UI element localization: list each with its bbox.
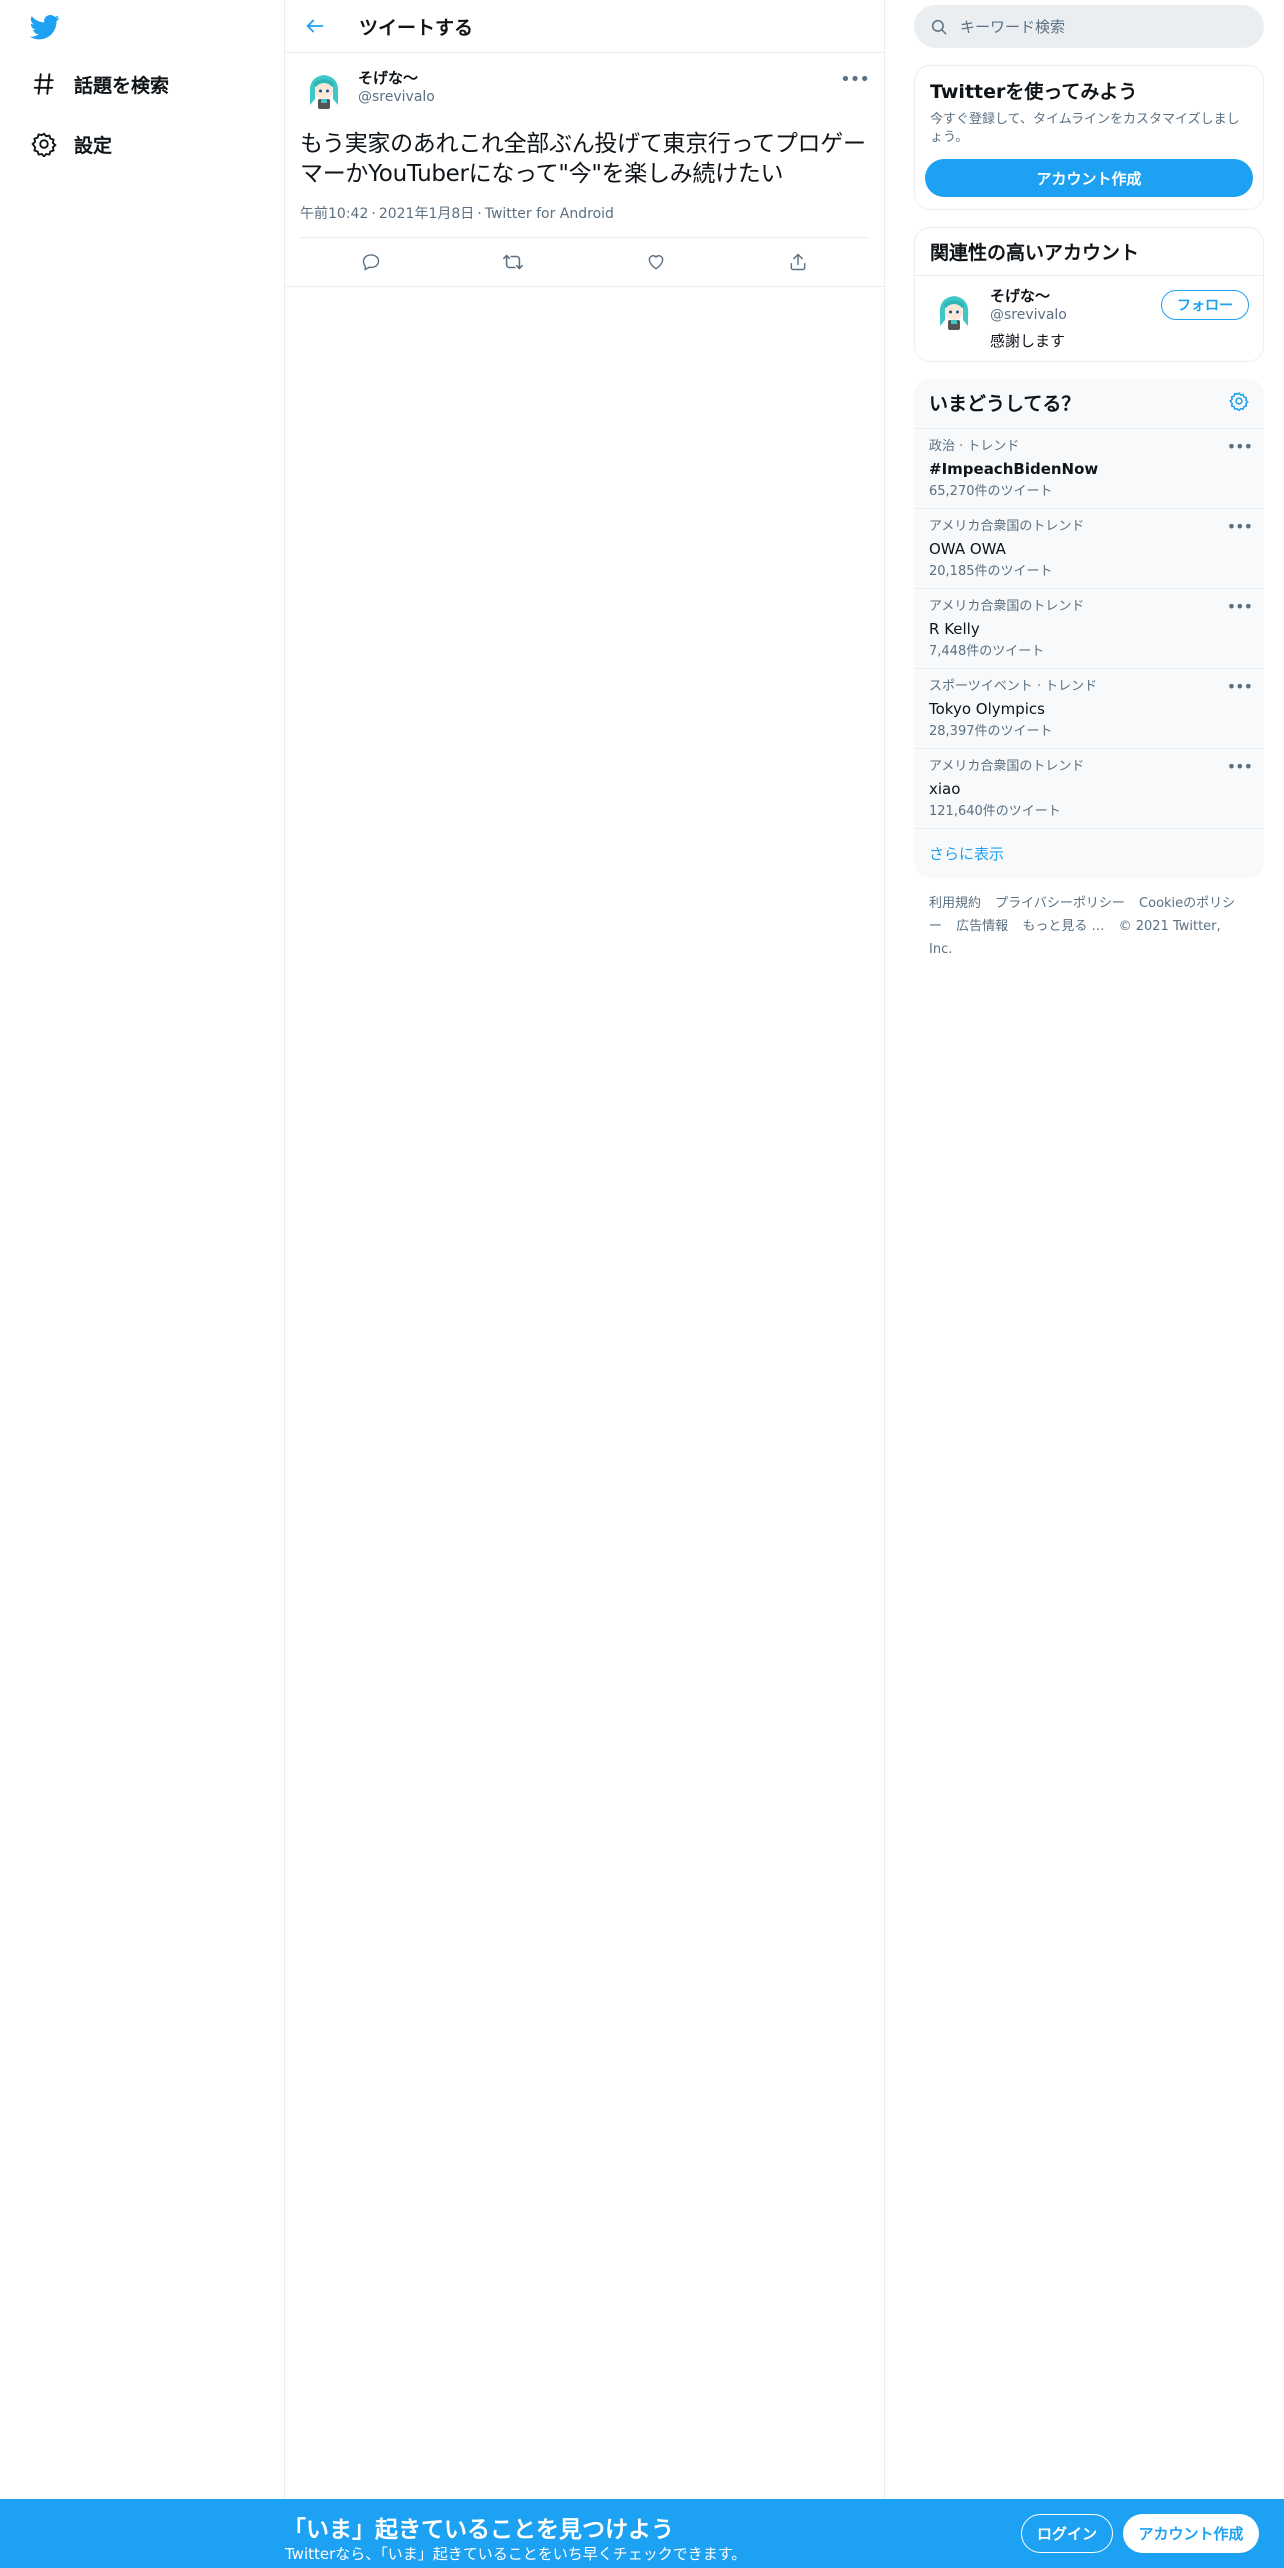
tweet-source[interactable]: Twitter for Android xyxy=(485,206,614,222)
hashtag-icon xyxy=(28,68,60,100)
follow-button[interactable]: フォロー xyxy=(1161,290,1249,320)
page-title: ツイートする xyxy=(359,16,474,39)
footer-link-ads[interactable]: 広告情報 xyxy=(956,919,1008,934)
heart-icon xyxy=(648,255,664,270)
reply-button[interactable] xyxy=(353,244,389,280)
signup-box-title: Twitterを使ってみよう xyxy=(930,81,1138,103)
signup-box: Twitterを使ってみよう 今すぐ登録して、タイムラインをカスタマイズしましょ… xyxy=(914,65,1264,210)
banner-title: 「いま」起きていることを見つけよう xyxy=(283,2517,674,2543)
arrow-left-icon xyxy=(306,19,324,33)
show-more-link[interactable]: さらに表示 xyxy=(914,829,1264,878)
banner-subtitle: Twitterなら、「いま」起きていることをいち早くチェックできます。 xyxy=(285,2545,747,2563)
sidebar-item-label: 話題を検索 xyxy=(74,74,170,97)
create-account-button[interactable]: アカウント作成 xyxy=(925,159,1253,197)
trend-name: R Kelly xyxy=(929,620,980,638)
display-name[interactable]: そげな〜 xyxy=(358,68,435,88)
sidebar-item-explore[interactable]: 話題を検索 xyxy=(28,68,169,100)
tweet-author: そげな〜 @srevivalo ••• xyxy=(300,65,870,113)
trend-count: 28,397件のツイート xyxy=(929,724,1053,739)
trend-more-button[interactable]: ••• xyxy=(1227,597,1253,616)
login-banner: 「いま」起きていることを見つけよう Twitterなら、「いま」起きていることを… xyxy=(0,2499,1284,2568)
search-bar[interactable] xyxy=(914,5,1264,48)
banner-signup-button[interactable]: アカウント作成 xyxy=(1123,2514,1259,2553)
related-user-card[interactable]: そげな〜 @srevivalo 感謝します フォロー xyxy=(915,276,1263,361)
trend-more-button[interactable]: ••• xyxy=(1227,757,1253,776)
trend-context: スポーツイベント · トレンド xyxy=(929,679,1098,694)
related-user-meta: そげな〜 @srevivalo 感謝します xyxy=(990,286,1067,351)
trend-more-button[interactable]: ••• xyxy=(1227,517,1253,536)
footer-link-terms[interactable]: 利用規約 xyxy=(929,896,981,911)
trend-context: アメリカ合衆国のトレンド xyxy=(929,519,1085,534)
trend-context: アメリカ合衆国のトレンド xyxy=(929,599,1085,614)
avatar[interactable] xyxy=(300,65,348,113)
gear-icon xyxy=(28,128,60,160)
like-button[interactable] xyxy=(638,244,674,280)
main-column: ツイートする そげな〜 @srevivalo ••• もう実家のあれこれ全部ぶん… xyxy=(285,0,885,2568)
tweet-timestamp: 午前10:42 · 2021年1月8日 · Twitter for Android xyxy=(300,203,869,238)
tweet: そげな〜 @srevivalo ••• もう実家のあれこれ全部ぶん投げて東京行っ… xyxy=(285,53,884,287)
trend-count: 20,185件のツイート xyxy=(929,564,1053,579)
reply-icon xyxy=(362,254,380,271)
related-accounts-box: 関連性の高いアカウント そげな〜 @srevivalo 感謝します フォロー xyxy=(914,227,1264,362)
trends-title: いまどうしてる？ xyxy=(929,393,1081,415)
trend-name: #ImpeachBidenNow xyxy=(929,460,1099,478)
user-meta: そげな〜 @srevivalo xyxy=(358,65,435,106)
trend-item[interactable]: スポーツイベント · トレンド Tokyo Olympics 28,397件のツ… xyxy=(914,669,1264,749)
retweet-button[interactable] xyxy=(495,244,531,280)
footer-link-privacy[interactable]: プライバシーポリシー xyxy=(995,896,1125,911)
left-sidebar: 話題を検索 設定 xyxy=(0,0,285,2568)
footer-link-more[interactable]: もっと見る … xyxy=(1022,919,1104,934)
trend-name: OWA OWA xyxy=(929,540,1006,558)
more-options-button[interactable]: ••• xyxy=(840,69,870,90)
trend-count: 121,640件のツイート xyxy=(929,804,1061,819)
related-user-name[interactable]: そげな〜 xyxy=(990,286,1067,306)
related-user-bio: 感謝します xyxy=(990,332,1066,350)
meta-separator: · xyxy=(477,206,482,222)
trend-context: アメリカ合衆国のトレンド xyxy=(929,759,1085,774)
trend-count: 65,270件のツイート xyxy=(929,484,1053,499)
trends-box: いまどうしてる？ 政治 · トレンド #ImpeachBidenNow 65,2… xyxy=(914,379,1264,878)
trend-count: 7,448件のツイート xyxy=(929,644,1045,659)
trend-item[interactable]: 政治 · トレンド #ImpeachBidenNow 65,270件のツイート … xyxy=(914,429,1264,509)
login-button[interactable]: ログイン xyxy=(1021,2514,1113,2553)
share-icon xyxy=(790,253,806,271)
search-icon xyxy=(931,19,947,34)
trend-name: xiao xyxy=(929,780,961,798)
share-button[interactable] xyxy=(780,244,816,280)
retweet-icon xyxy=(503,254,524,270)
trend-item[interactable]: アメリカ合衆国のトレンド OWA OWA 20,185件のツイート ••• xyxy=(914,509,1264,589)
trend-context: 政治 · トレンド xyxy=(929,439,1020,454)
search-input[interactable] xyxy=(960,17,1230,36)
sidebar-item-label: 設定 xyxy=(74,134,113,157)
right-sidebar: Twitterを使ってみよう 今すぐ登録して、タイムラインをカスタマイズしましょ… xyxy=(914,0,1264,975)
signup-box-description: 今すぐ登録して、タイムラインをカスタマイズしましょう。 xyxy=(930,112,1240,145)
twitter-bird-icon[interactable] xyxy=(28,12,62,42)
sidebar-item-settings[interactable]: 設定 xyxy=(28,128,112,160)
related-user-handle[interactable]: @srevivalo xyxy=(990,306,1067,324)
gear-icon xyxy=(1229,391,1249,412)
back-button[interactable] xyxy=(297,8,333,44)
trend-more-button[interactable]: ••• xyxy=(1227,437,1253,456)
trends-settings-button[interactable] xyxy=(1229,391,1249,415)
tweet-time[interactable]: 午前10:42 xyxy=(300,206,368,222)
trend-item[interactable]: アメリカ合衆国のトレンド R Kelly 7,448件のツイート ••• xyxy=(914,589,1264,669)
ellipsis-icon: ••• xyxy=(840,69,870,90)
related-accounts-title: 関連性の高いアカウント xyxy=(915,228,1263,276)
user-handle[interactable]: @srevivalo xyxy=(358,88,435,106)
trend-item[interactable]: アメリカ合衆国のトレンド xiao 121,640件のツイート ••• xyxy=(914,749,1264,829)
trend-name: Tokyo Olympics xyxy=(929,700,1045,718)
avatar[interactable] xyxy=(930,286,978,334)
main-header: ツイートする xyxy=(285,0,884,53)
tweet-date[interactable]: 2021年1月8日 xyxy=(379,206,474,222)
tweet-actions xyxy=(300,238,869,286)
footer-links: 利用規約 プライバシーポリシー Cookieのポリシー 広告情報 もっと見る …… xyxy=(914,878,1264,975)
meta-separator: · xyxy=(371,206,376,222)
trends-header: いまどうしてる？ xyxy=(914,379,1264,429)
tweet-text: もう実家のあれこれ全部ぶん投げて東京行ってプロゲーマーかYouTuberになって… xyxy=(300,131,866,187)
trend-more-button[interactable]: ••• xyxy=(1227,677,1253,696)
